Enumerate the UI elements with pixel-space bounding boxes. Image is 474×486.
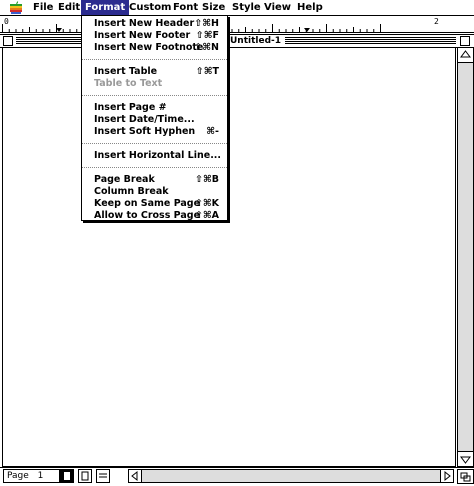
menu-custom[interactable]: Custom xyxy=(125,0,175,15)
menu-format[interactable]: Format xyxy=(81,0,130,15)
menu-item-insert-table[interactable]: Insert Table ⇧⌘T xyxy=(82,66,227,78)
menu-item-shortcut: ⇧⌘K xyxy=(194,198,219,209)
menu-item-label: Insert Page # xyxy=(94,102,167,113)
status-bar: Page 1 xyxy=(0,467,474,484)
format-menu-dropdown: Insert New Header ⇧⌘H Insert New Footer ⇧⌘F… xyxy=(81,15,228,221)
menu-separator xyxy=(82,59,227,60)
menu-edit[interactable]: Edit xyxy=(54,0,84,15)
menu-item-shortcut: ⇧⌘T xyxy=(195,66,219,77)
menu-item-label: Insert New Footnote xyxy=(94,42,204,53)
menu-item-shortcut: ⌘- xyxy=(206,126,219,137)
window-title: Untitled-1 xyxy=(226,35,286,47)
menu-separator xyxy=(82,143,227,144)
menu-item-table-to-text: Table to Text xyxy=(82,78,227,90)
menu-item-label: Insert New Header xyxy=(94,18,195,29)
menu-view[interactable]: View xyxy=(260,0,295,15)
menu-item-keep-on-same-page[interactable]: Keep on Same Page ⇧⌘K xyxy=(82,198,227,210)
scroll-left-arrow-icon[interactable] xyxy=(129,470,142,482)
page-view-icon[interactable] xyxy=(60,469,74,483)
menu-item-label: Insert Horizontal Line... xyxy=(94,150,222,161)
menu-size[interactable]: Size xyxy=(198,0,229,15)
ruler-number: 0 xyxy=(4,17,9,26)
vertical-scrollbar[interactable] xyxy=(457,47,474,467)
page-indicator[interactable]: Page 1 xyxy=(3,469,60,483)
menu-item-label: Insert New Footer xyxy=(94,30,191,41)
page-number: 1 xyxy=(37,471,44,481)
menu-item-label: Keep on Same Page xyxy=(94,198,201,209)
menu-item-shortcut: ⇧⌘N xyxy=(194,42,219,53)
menu-item-allow-to-cross-page[interactable]: Allow to Cross Page ⇧⌘A xyxy=(82,210,227,222)
menu-item-insert-date-time[interactable]: Insert Date/Time... xyxy=(82,114,227,126)
menu-item-insert-horizontal-line[interactable]: Insert Horizontal Line... xyxy=(82,150,227,162)
ruler-number: 2 xyxy=(434,17,439,26)
menu-separator xyxy=(82,95,227,96)
menu-item-shortcut: ⇧⌘B xyxy=(194,174,219,185)
zoom-box-icon[interactable] xyxy=(460,36,470,46)
menu-item-insert-page[interactable]: Insert Page # xyxy=(82,102,227,114)
menu-item-label: Insert Date/Time... xyxy=(94,114,195,125)
menu-item-column-break[interactable]: Column Break xyxy=(82,186,227,198)
outline-view-icon[interactable] xyxy=(96,469,110,483)
window-title-bar[interactable]: Untitled-1 xyxy=(0,34,474,48)
ruler[interactable]: 0 1 2 xyxy=(0,16,474,33)
menu-help[interactable]: Help xyxy=(293,0,327,15)
menu-item-insert-soft-hyphen[interactable]: Insert Soft Hyphen ⌘- xyxy=(82,126,227,138)
apple-menu-icon[interactable] xyxy=(9,1,23,14)
menu-item-label: Insert Soft Hyphen xyxy=(94,126,196,137)
horizontal-scrollbar[interactable] xyxy=(128,469,454,483)
menu-item-shortcut: ⇧⌘A xyxy=(194,210,219,221)
menu-item-label: Column Break xyxy=(94,186,169,197)
menu-item-insert-new-header[interactable]: Insert New Header ⇧⌘H xyxy=(82,18,227,30)
scroll-down-arrow-icon[interactable] xyxy=(458,451,473,466)
menu-bar: File Edit Format Custom Font Size Style … xyxy=(0,0,474,16)
ruler-ticks xyxy=(0,24,474,33)
menu-separator xyxy=(82,167,227,168)
menu-item-label: Insert Table xyxy=(94,66,158,77)
document-area[interactable] xyxy=(2,47,456,467)
menu-item-label: Page Break xyxy=(94,174,155,185)
menu-item-insert-new-footnote[interactable]: Insert New Footnote ⇧⌘N xyxy=(82,42,227,54)
resize-grow-box-icon[interactable] xyxy=(457,469,474,484)
menu-item-insert-new-footer[interactable]: Insert New Footer ⇧⌘F xyxy=(82,30,227,42)
scroll-right-arrow-icon[interactable] xyxy=(440,470,453,482)
menu-item-shortcut: ⇧⌘F xyxy=(195,30,219,41)
scroll-up-arrow-icon[interactable] xyxy=(458,48,473,63)
menu-item-label: Allow to Cross Page xyxy=(94,210,201,221)
page-label: Page xyxy=(7,471,29,481)
menu-item-label: Table to Text xyxy=(94,78,163,89)
menu-item-shortcut: ⇧⌘H xyxy=(194,18,219,29)
draft-view-icon[interactable] xyxy=(78,469,92,483)
menu-item-page-break[interactable]: Page Break ⇧⌘B xyxy=(82,174,227,186)
close-box-icon[interactable] xyxy=(3,36,13,46)
